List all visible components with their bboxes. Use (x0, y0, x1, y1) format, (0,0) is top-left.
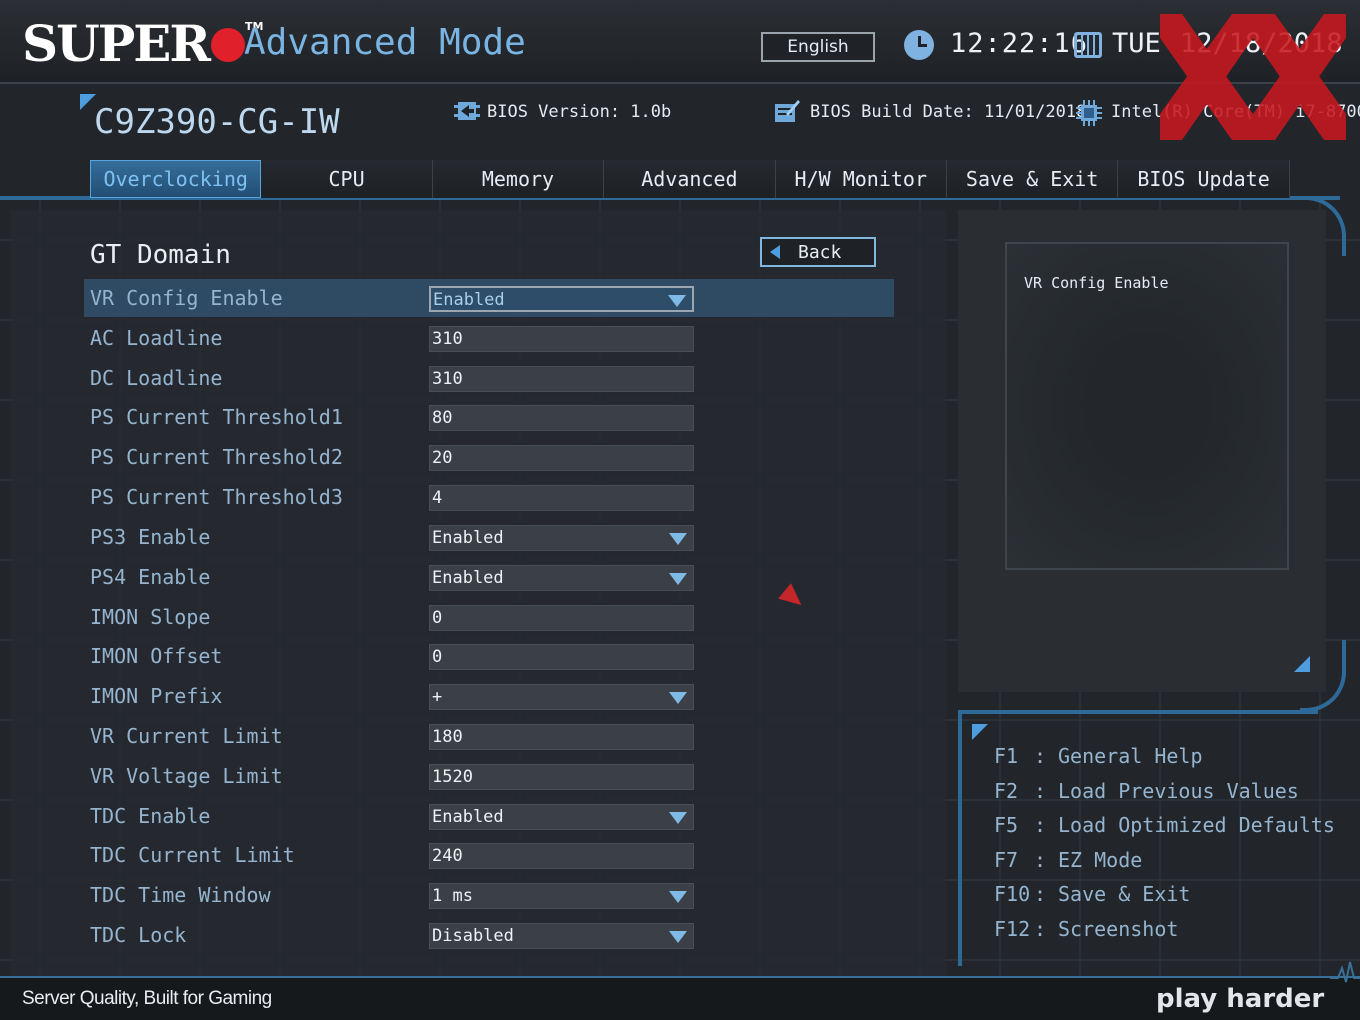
setting-row-ps-threshold1[interactable]: PS Current Threshold1 80 (84, 398, 894, 436)
setting-dropdown[interactable]: Disabled (429, 923, 694, 949)
setting-row-vr-config-enable[interactable]: VR Config Enable Enabled (84, 279, 894, 317)
tab-advanced[interactable]: Advanced (604, 160, 776, 198)
help-description: VR Config Enable (1024, 274, 1169, 292)
footer-tagline: Server Quality, Built for Gaming (22, 988, 272, 1009)
dropdown-arrow-icon (669, 891, 687, 903)
setting-row-tdc-time-window[interactable]: TDC Time Window 1 ms (84, 876, 894, 914)
setting-row-vr-current-limit[interactable]: VR Current Limit 180 (84, 717, 894, 755)
setting-input[interactable]: 180 (429, 724, 694, 750)
setting-row-ac-loadline[interactable]: AC Loadline 310 (84, 319, 894, 357)
corner-accent-icon (972, 724, 988, 740)
watermark-xx-icon (1160, 14, 1346, 140)
dropdown-arrow-icon (669, 533, 687, 545)
hotkey-f5: F5: Load Optimized Defaults (994, 813, 1335, 837)
pulse-line-icon (1330, 961, 1360, 983)
tab-cpu[interactable]: CPU (261, 160, 433, 198)
cpu-icon (1076, 100, 1102, 126)
bios-version: BIOS Version: 1.0b (487, 102, 672, 122)
setting-row-imon-offset[interactable]: IMON Offset 0 (84, 637, 894, 675)
hotkey-f12: F12: Screenshot (994, 917, 1179, 941)
brand-logo: SUPER TM (22, 14, 264, 73)
setting-label: TDC Time Window (90, 883, 271, 907)
main-tabs: Overclocking CPU Memory Advanced H/W Mon… (90, 160, 1290, 198)
logo-dot-icon (210, 28, 245, 62)
setting-row-imon-slope[interactable]: IMON Slope 0 (84, 598, 894, 636)
setting-row-ps-threshold3[interactable]: PS Current Threshold3 4 (84, 478, 894, 516)
setting-input[interactable]: 240 (429, 843, 694, 869)
dropdown-arrow-icon (669, 692, 687, 704)
tab-overclocking[interactable]: Overclocking (90, 160, 262, 198)
back-arrow-icon (770, 245, 780, 259)
language-button[interactable]: English (761, 32, 875, 62)
setting-dropdown[interactable]: 1 ms (429, 883, 694, 909)
setting-row-tdc-lock[interactable]: TDC Lock Disabled (84, 916, 894, 954)
setting-dropdown[interactable]: Enabled (429, 525, 694, 551)
setting-input[interactable]: 4 (429, 485, 694, 511)
dropdown-arrow-icon (669, 812, 687, 824)
hotkey-f2: F2: Load Previous Values (994, 779, 1299, 803)
setting-dropdown[interactable]: + (429, 684, 694, 710)
footer-slogan-logo: play harder (1156, 984, 1325, 1014)
dropdown-arrow-icon (669, 931, 687, 943)
system-time[interactable]: 12:22:16 (950, 28, 1088, 59)
setting-row-ps-threshold2[interactable]: PS Current Threshold2 20 (84, 438, 894, 476)
dropdown-arrow-icon (669, 573, 687, 585)
section-title: GT Domain (90, 240, 231, 270)
setting-label: TDC Lock (90, 923, 187, 947)
tab-bios-update[interactable]: BIOS Update (1118, 160, 1290, 198)
setting-label: PS4 Enable (90, 565, 211, 589)
setting-row-ps3-enable[interactable]: PS3 Enable Enabled (84, 518, 894, 556)
setting-input[interactable]: 20 (429, 445, 694, 471)
setting-label: TDC Enable (90, 804, 211, 828)
setting-label: AC Loadline (90, 326, 223, 350)
tab-memory[interactable]: Memory (432, 160, 605, 198)
build-date-icon (775, 100, 800, 122)
tab-save-exit[interactable]: Save & Exit (946, 160, 1119, 198)
bios-build-date: BIOS Build Date: 11/01/2018 (810, 102, 1087, 122)
hotkey-f7: F7: EZ Mode (994, 848, 1143, 872)
back-button[interactable]: Back (760, 237, 876, 267)
setting-row-ps4-enable[interactable]: PS4 Enable Enabled (84, 558, 894, 596)
keys-frame-line (958, 710, 1318, 714)
clock-icon (904, 30, 934, 60)
setting-label: PS Current Threshold2 (90, 445, 343, 469)
setting-row-dc-loadline[interactable]: DC Loadline 310 (84, 359, 894, 397)
setting-input[interactable]: 0 (429, 644, 694, 670)
setting-input[interactable]: 80 (429, 405, 694, 431)
setting-label: IMON Slope (90, 605, 211, 629)
setting-row-tdc-current-limit[interactable]: TDC Current Limit 240 (84, 836, 894, 874)
setting-label: TDC Current Limit (90, 843, 295, 867)
corner-accent-icon (1294, 656, 1310, 672)
setting-label: PS Current Threshold1 (90, 405, 343, 429)
setting-row-tdc-enable[interactable]: TDC Enable Enabled (84, 797, 894, 835)
setting-input[interactable]: 1520 (429, 764, 694, 790)
setting-input[interactable]: 0 (429, 605, 694, 631)
setting-label: DC Loadline (90, 366, 223, 390)
setting-row-imon-prefix[interactable]: IMON Prefix + (84, 677, 894, 715)
bios-chip-icon (454, 102, 480, 120)
setting-label: IMON Offset (90, 644, 223, 668)
setting-label: VR Current Limit (90, 724, 283, 748)
calendar-icon (1074, 32, 1102, 58)
system-day: TUE (1112, 28, 1161, 59)
hotkey-f1: F1: General Help (994, 744, 1203, 768)
keys-frame-line (958, 710, 962, 966)
tab-hw-monitor[interactable]: H/W Monitor (775, 160, 947, 198)
setting-input[interactable]: 310 (429, 366, 694, 392)
setting-dropdown[interactable]: Enabled (429, 804, 694, 830)
setting-input[interactable]: 310 (429, 326, 694, 352)
setting-label: VR Config Enable (90, 286, 283, 310)
mode-title: Advanced Mode (244, 22, 526, 63)
setting-dropdown[interactable]: Enabled (429, 565, 694, 591)
setting-label: IMON Prefix (90, 684, 223, 708)
setting-row-vr-voltage-limit[interactable]: VR Voltage Limit 1520 (84, 757, 894, 795)
setting-dropdown[interactable]: Enabled (429, 286, 694, 312)
setting-label: PS Current Threshold3 (90, 485, 343, 509)
board-model: C9Z390-CG-IW (94, 102, 340, 142)
hotkey-f10: F10: Save & Exit (994, 882, 1191, 906)
setting-label: VR Voltage Limit (90, 764, 283, 788)
setting-label: PS3 Enable (90, 525, 211, 549)
dropdown-arrow-icon (668, 295, 686, 307)
